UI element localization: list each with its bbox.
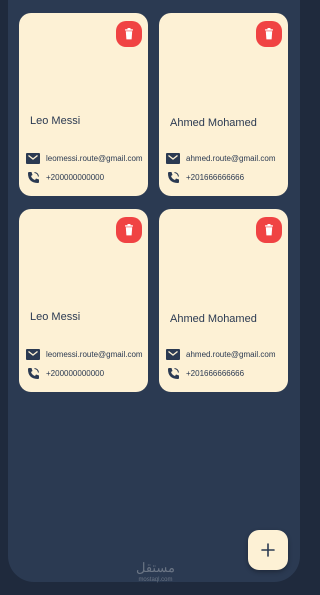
contact-phone: +201666666666: [186, 172, 245, 182]
delete-button[interactable]: [116, 217, 142, 243]
mail-icon: [26, 152, 40, 164]
contact-card: Ahmed Mohamed ahmed.route@gmail.com +201…: [159, 13, 288, 196]
mail-icon: [26, 348, 40, 360]
mail-icon: [166, 348, 180, 360]
contact-card: Leo Messi leomessi.route@gmail.com +2000…: [19, 13, 148, 196]
contacts-grid: Leo Messi leomessi.route@gmail.com +2000…: [19, 13, 288, 392]
contact-phone-row: +200000000000: [26, 366, 104, 380]
contact-email-row: leomessi.route@gmail.com: [26, 151, 143, 165]
contact-phone: +200000000000: [46, 172, 105, 182]
trash-icon: [125, 224, 133, 236]
watermark-domain: mostaql.com: [138, 577, 173, 583]
delete-button[interactable]: [116, 21, 142, 47]
contact-name: Leo Messi: [30, 115, 81, 127]
plus-icon: [261, 543, 275, 557]
phone-icon: [26, 170, 40, 184]
delete-button[interactable]: [256, 217, 282, 243]
watermark: مستقل mostaql.com: [136, 560, 175, 586]
contact-email: leomessi.route@gmail.com: [46, 153, 143, 163]
mail-icon: [166, 152, 180, 164]
trash-icon: [125, 28, 133, 40]
contact-email: ahmed.route@gmail.com: [186, 153, 276, 163]
contact-email-row: ahmed.route@gmail.com: [166, 151, 276, 165]
contact-name: Ahmed Mohamed: [170, 313, 257, 325]
add-contact-button[interactable]: [248, 530, 288, 570]
app-screen: Leo Messi leomessi.route@gmail.com +2000…: [8, 0, 300, 582]
watermark-brand: مستقل: [136, 560, 175, 575]
phone-icon: [26, 366, 40, 380]
contact-email-row: leomessi.route@gmail.com: [26, 347, 143, 361]
contact-name: Ahmed Mohamed: [170, 117, 257, 129]
contact-email: ahmed.route@gmail.com: [186, 349, 276, 359]
contact-phone-row: +201666666666: [166, 170, 244, 184]
delete-button[interactable]: [256, 21, 282, 47]
contact-phone: +200000000000: [46, 368, 105, 378]
contact-email-row: ahmed.route@gmail.com: [166, 347, 276, 361]
contact-name: Leo Messi: [30, 311, 81, 323]
trash-icon: [265, 224, 273, 236]
phone-icon: [166, 366, 180, 380]
trash-icon: [265, 28, 273, 40]
phone-icon: [166, 170, 180, 184]
contact-card: Leo Messi leomessi.route@gmail.com +2000…: [19, 209, 148, 392]
contact-email: leomessi.route@gmail.com: [46, 349, 143, 359]
contact-phone: +201666666666: [186, 368, 245, 378]
contact-phone-row: +200000000000: [26, 170, 104, 184]
contact-card: Ahmed Mohamed ahmed.route@gmail.com +201…: [159, 209, 288, 392]
contact-phone-row: +201666666666: [166, 366, 244, 380]
